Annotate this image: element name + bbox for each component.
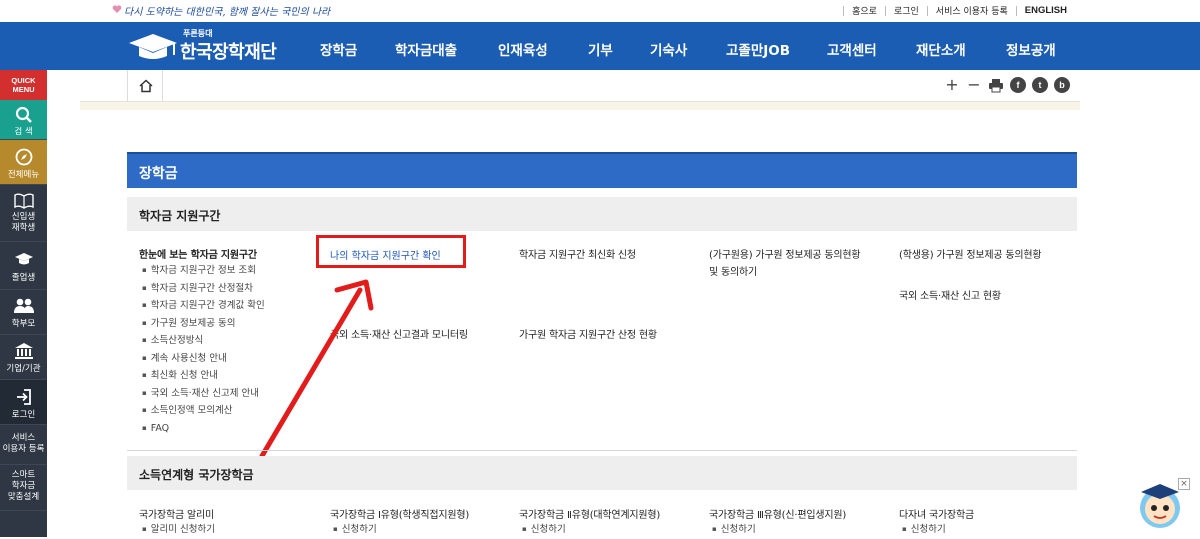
heart-icon	[112, 5, 122, 13]
list-item[interactable]: 신청하기	[522, 521, 566, 539]
section-title: 소득연계형 국가장학금	[139, 468, 254, 482]
nav-item-about[interactable]: 재단소개	[916, 39, 966, 59]
facebook-share-button[interactable]: f	[1010, 77, 1026, 93]
nav-item-donation[interactable]: 기부	[588, 39, 613, 59]
top-utility-bar: 다시 도약하는 대한민국, 함께 잘사는 국민의 나라 홈으로 로그인 서비스 …	[0, 0, 1200, 22]
nav-item-dormitory[interactable]: 기숙사	[650, 39, 687, 59]
link-tier-overview[interactable]: 한눈에 보는 학자금 지원구간	[139, 246, 257, 261]
quick-menu-sidebar: QUICK MENU 검 색 전체메뉴 신입생 재학생 졸업생 학부모 기업/기관…	[0, 70, 47, 537]
print-icon[interactable]	[988, 77, 1004, 93]
utility-links: 홈으로 로그인 서비스 이용자 등록 ENGLISH	[843, 4, 1075, 17]
link-household-consent-status[interactable]: (가구원용) 가구원 정보제공 동의현황	[709, 246, 861, 261]
list-item[interactable]: 최신화 신청 안내	[142, 367, 265, 385]
logo-title: 한국장학재단	[180, 42, 277, 63]
zoom-in-button[interactable]: +	[944, 77, 960, 93]
page-title-bar: 장학금	[127, 152, 1077, 188]
quick-menu-label: QUICK MENU	[0, 70, 47, 100]
list: 알리미 신청하기	[142, 521, 215, 539]
list-item[interactable]: 신청하기	[712, 521, 756, 539]
graduation-cap-logo-icon	[129, 34, 177, 59]
list: 신청하기	[902, 521, 946, 539]
list-item[interactable]: 알리미 신청하기	[142, 521, 215, 539]
graduation-cap-icon	[14, 253, 33, 265]
english-link[interactable]: ENGLISH	[1017, 5, 1075, 16]
home-link[interactable]: 홈으로	[844, 4, 885, 17]
link-overseas-report-status[interactable]: 국외 소득·재산 신고 현황	[899, 287, 1001, 302]
login-link[interactable]: 로그인	[886, 4, 927, 17]
logo[interactable]: 푸른등대 한국장학재단	[127, 28, 307, 63]
sidebar-item-institutions[interactable]: 기업/기관	[0, 335, 47, 380]
nav-item-scholarship[interactable]: 장학금	[320, 39, 357, 59]
book-icon	[13, 193, 34, 209]
list-item[interactable]: FAQ	[142, 420, 265, 438]
service-register-link[interactable]: 서비스 이용자 등록	[928, 4, 1016, 17]
people-icon	[13, 298, 34, 313]
sidebar-item-parents[interactable]: 학부모	[0, 290, 47, 335]
section-title: 학자금 지원구간	[139, 209, 221, 223]
link-tier-update-request[interactable]: 학자금 지원구간 최신화 신청	[519, 246, 636, 261]
link-type2[interactable]: 국가장학금 Ⅱ유형(대학연계지원형)	[519, 506, 660, 521]
twitter-share-button[interactable]: t	[1032, 77, 1048, 93]
link-student-consent-status[interactable]: (학생용) 가구원 정보제공 동의현황	[899, 246, 1042, 261]
page-title: 장학금	[139, 166, 178, 182]
nav-item-talent[interactable]: 인재육성	[498, 39, 548, 59]
sidebar-item-search[interactable]: 검 색	[0, 100, 47, 140]
link-my-support-tier[interactable]: 나의 학자금 지원구간 확인	[330, 247, 441, 262]
home-button[interactable]	[127, 70, 163, 102]
red-arrow-annotation	[259, 279, 374, 459]
compass-icon	[15, 148, 32, 166]
section-header-national-scholarship: 소득연계형 국가장학금	[127, 456, 1077, 490]
search-icon	[15, 106, 32, 123]
sidebar-item-students[interactable]: 신입생 재학생	[0, 185, 47, 242]
login-icon	[16, 389, 31, 405]
beige-strip	[80, 102, 1080, 110]
list-item[interactable]: 국외 소득·재산 신고제 안내	[142, 385, 265, 403]
building-icon	[14, 343, 33, 359]
chatbot-mascot-icon[interactable]	[1137, 478, 1183, 530]
link-multi-child[interactable]: 다자녀 국가장학금	[899, 506, 974, 521]
list: 신청하기	[333, 521, 377, 539]
list-item[interactable]: 가구원 정보제공 동의	[142, 315, 265, 333]
link-household-consent-status-line2[interactable]: 및 동의하기	[709, 263, 757, 278]
link-type3[interactable]: 국가장학금 Ⅲ유형(신·편입생지원)	[709, 506, 846, 521]
section-divider	[127, 450, 1077, 451]
list: 신청하기	[522, 521, 566, 539]
link-household-tier-status[interactable]: 가구원 학자금 지원구간 산정 현황	[519, 326, 657, 341]
tier-overview-list: 학자금 지원구간 정보 조회 학자금 지원구간 산정절차 학자금 지원구간 경계…	[142, 262, 265, 437]
main-nav: 푸른등대 한국장학재단 장학금 학자금대출 인재육성 기부 기숙사 고졸만JOB…	[0, 22, 1200, 70]
list-item[interactable]: 신청하기	[333, 521, 377, 539]
list-item[interactable]: 계속 사용신청 안내	[142, 350, 265, 368]
list-item[interactable]: 소득산정방식	[142, 332, 265, 350]
zoom-out-button[interactable]: −	[966, 77, 982, 93]
sidebar-item-service-register[interactable]: 서비스 이용자 등록	[0, 425, 47, 465]
link-scholarship-alert[interactable]: 국가장학금 알리미	[139, 506, 214, 521]
page-tools: + − f t b	[944, 77, 1070, 93]
nav-item-customer-center[interactable]: 고객센터	[827, 39, 877, 59]
home-icon	[139, 79, 153, 93]
list-item[interactable]: 학자금 지원구간 산정절차	[142, 280, 265, 298]
nav-item-highschool-job[interactable]: 고졸만JOB	[726, 39, 790, 59]
slogan: 다시 도약하는 대한민국, 함께 잘사는 국민의 나라	[124, 7, 331, 18]
section-header-support-tier: 학자금 지원구간	[127, 197, 1077, 231]
blog-share-button[interactable]: b	[1054, 77, 1070, 93]
sidebar-item-login[interactable]: 로그인	[0, 380, 47, 425]
list-item[interactable]: 소득인정액 모의계산	[142, 402, 265, 420]
nav-item-info-disclosure[interactable]: 정보공개	[1006, 39, 1056, 59]
sidebar-item-graduates[interactable]: 졸업생	[0, 242, 47, 290]
nav-item-student-loan[interactable]: 학자금대출	[395, 39, 457, 59]
sub-toolbar: + − f t b	[80, 70, 1080, 102]
sidebar-item-all-menu[interactable]: 전체메뉴	[0, 140, 47, 185]
list-item[interactable]: 학자금 지원구간 정보 조회	[142, 262, 265, 280]
close-icon[interactable]: ×	[1178, 478, 1190, 490]
list-item[interactable]: 학자금 지원구간 경계값 확인	[142, 297, 265, 315]
list-item[interactable]: 신청하기	[902, 521, 946, 539]
sidebar-item-smart-plan[interactable]: 스마트 학자금 맞춤설계	[0, 465, 47, 511]
list: 신청하기	[712, 521, 756, 539]
link-type1[interactable]: 국가장학금 Ⅰ유형(학생직접지원형)	[330, 506, 469, 521]
